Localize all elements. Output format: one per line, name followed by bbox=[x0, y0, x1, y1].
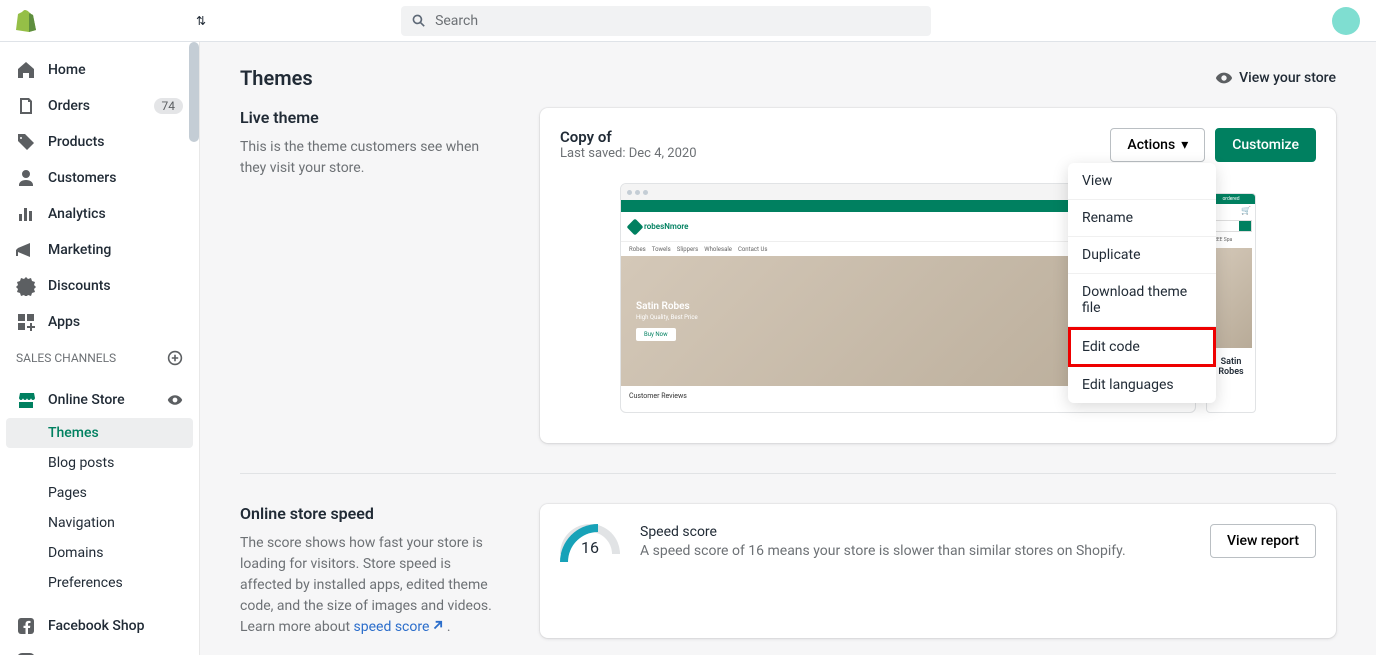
nav-label: Online Store bbox=[48, 392, 125, 408]
dropdown-duplicate[interactable]: Duplicate bbox=[1068, 237, 1216, 274]
nav-instagram[interactable]: Instagram bbox=[0, 644, 199, 655]
search-placeholder: Search bbox=[435, 13, 478, 29]
discount-icon bbox=[16, 276, 36, 296]
section-label: SALES CHANNELS bbox=[16, 351, 116, 365]
nav-label: Apps bbox=[48, 314, 80, 330]
search-icon bbox=[411, 13, 427, 29]
orders-icon bbox=[16, 96, 36, 116]
external-link-icon bbox=[432, 620, 443, 631]
preview-brand: robesNmore bbox=[644, 222, 688, 231]
dropdown-rename[interactable]: Rename bbox=[1068, 200, 1216, 237]
main-content: Start a capture Themes View your store L… bbox=[200, 42, 1376, 655]
speed-heading: Online store speed bbox=[240, 504, 500, 523]
nav-navigation[interactable]: Navigation bbox=[0, 508, 199, 538]
nav-customers[interactable]: Customers bbox=[0, 160, 199, 196]
nav-preferences[interactable]: Preferences bbox=[0, 568, 199, 598]
nav-label: Marketing bbox=[48, 242, 111, 258]
speed-description: The score shows how fast your store is l… bbox=[240, 533, 500, 638]
nav-blog-posts[interactable]: Blog posts bbox=[0, 448, 199, 478]
view-store-label: View your store bbox=[1239, 70, 1336, 86]
dropdown-download[interactable]: Download theme file bbox=[1068, 274, 1216, 327]
nav-label: Customers bbox=[48, 170, 116, 186]
nav-label: Discounts bbox=[48, 278, 111, 294]
last-saved: Last saved: Dec 4, 2020 bbox=[560, 146, 697, 161]
nav-label: Home bbox=[48, 62, 86, 78]
dropdown-edit-code[interactable]: Edit code bbox=[1068, 327, 1216, 367]
nav-label: Orders bbox=[48, 98, 90, 114]
speed-gauge: 16 bbox=[560, 524, 620, 564]
avatar[interactable] bbox=[1332, 7, 1360, 35]
analytics-icon bbox=[16, 204, 36, 224]
nav-marketing[interactable]: Marketing bbox=[0, 232, 199, 268]
divider bbox=[240, 473, 1336, 474]
nav-apps[interactable]: Apps bbox=[0, 304, 199, 340]
page-title: Themes bbox=[240, 66, 313, 90]
nav-themes[interactable]: Themes bbox=[6, 418, 193, 448]
nav-home[interactable]: Home bbox=[0, 52, 199, 88]
tag-icon bbox=[16, 132, 36, 152]
dropdown-edit-languages[interactable]: Edit languages bbox=[1068, 367, 1216, 403]
nav-products[interactable]: Products bbox=[0, 124, 199, 160]
store-icon bbox=[16, 390, 36, 410]
dropdown-view[interactable]: View bbox=[1068, 163, 1216, 200]
speed-score-title: Speed score bbox=[640, 524, 1126, 540]
actions-button[interactable]: Actions ▾ bbox=[1110, 128, 1205, 162]
nav-pages[interactable]: Pages bbox=[0, 478, 199, 508]
preview-hero-sub: High Quality, Best Price bbox=[636, 314, 698, 321]
search-input[interactable]: Search bbox=[401, 6, 931, 36]
nav-facebook-shop[interactable]: Facebook Shop bbox=[0, 608, 199, 644]
nav-label: Products bbox=[48, 134, 105, 150]
theme-card: Copy of Last saved: Dec 4, 2020 Actions … bbox=[540, 108, 1336, 443]
theme-name: Copy of bbox=[560, 128, 697, 146]
customize-button[interactable]: Customize bbox=[1215, 128, 1316, 162]
eye-icon bbox=[1215, 69, 1233, 87]
eye-icon[interactable] bbox=[167, 392, 183, 408]
view-report-button[interactable]: View report bbox=[1210, 524, 1316, 558]
nav-domains[interactable]: Domains bbox=[0, 538, 199, 568]
home-icon bbox=[16, 60, 36, 80]
view-store-link[interactable]: View your store bbox=[1215, 69, 1336, 87]
preview-hero-btn: Buy Now bbox=[636, 328, 676, 341]
shopify-logo[interactable] bbox=[16, 10, 36, 32]
nav-orders[interactable]: Orders 74 bbox=[0, 88, 199, 124]
nav-discounts[interactable]: Discounts bbox=[0, 268, 199, 304]
add-channel-icon[interactable] bbox=[167, 350, 183, 366]
actions-dropdown: View Rename Duplicate Download theme fil… bbox=[1068, 163, 1216, 403]
live-theme-description: This is the theme customers see when the… bbox=[240, 137, 500, 179]
store-selector-icon[interactable]: ⇅ bbox=[196, 14, 206, 28]
person-icon bbox=[16, 168, 36, 188]
preview-hero-title: Satin Robes bbox=[636, 301, 698, 312]
sales-channels-header: SALES CHANNELS bbox=[0, 340, 199, 372]
nav-label: Analytics bbox=[48, 206, 106, 222]
nav-analytics[interactable]: Analytics bbox=[0, 196, 199, 232]
speed-card: 16 Speed score A speed score of 16 means… bbox=[540, 504, 1336, 638]
nav-online-store[interactable]: Online Store bbox=[0, 382, 199, 418]
megaphone-icon bbox=[16, 240, 36, 260]
apps-icon bbox=[16, 312, 36, 332]
sidebar: Home Orders 74 Products Customers Analyt… bbox=[0, 42, 200, 655]
caret-down-icon: ▾ bbox=[1181, 137, 1188, 153]
nav-label: Facebook Shop bbox=[48, 618, 144, 634]
speed-score-value: 16 bbox=[560, 538, 620, 557]
facebook-icon bbox=[16, 616, 36, 636]
orders-badge: 74 bbox=[154, 98, 184, 114]
live-theme-heading: Live theme bbox=[240, 108, 500, 127]
speed-score-desc: A speed score of 16 means your store is … bbox=[640, 542, 1126, 562]
actions-label: Actions bbox=[1127, 137, 1175, 153]
speed-score-link[interactable]: speed score bbox=[354, 619, 444, 635]
